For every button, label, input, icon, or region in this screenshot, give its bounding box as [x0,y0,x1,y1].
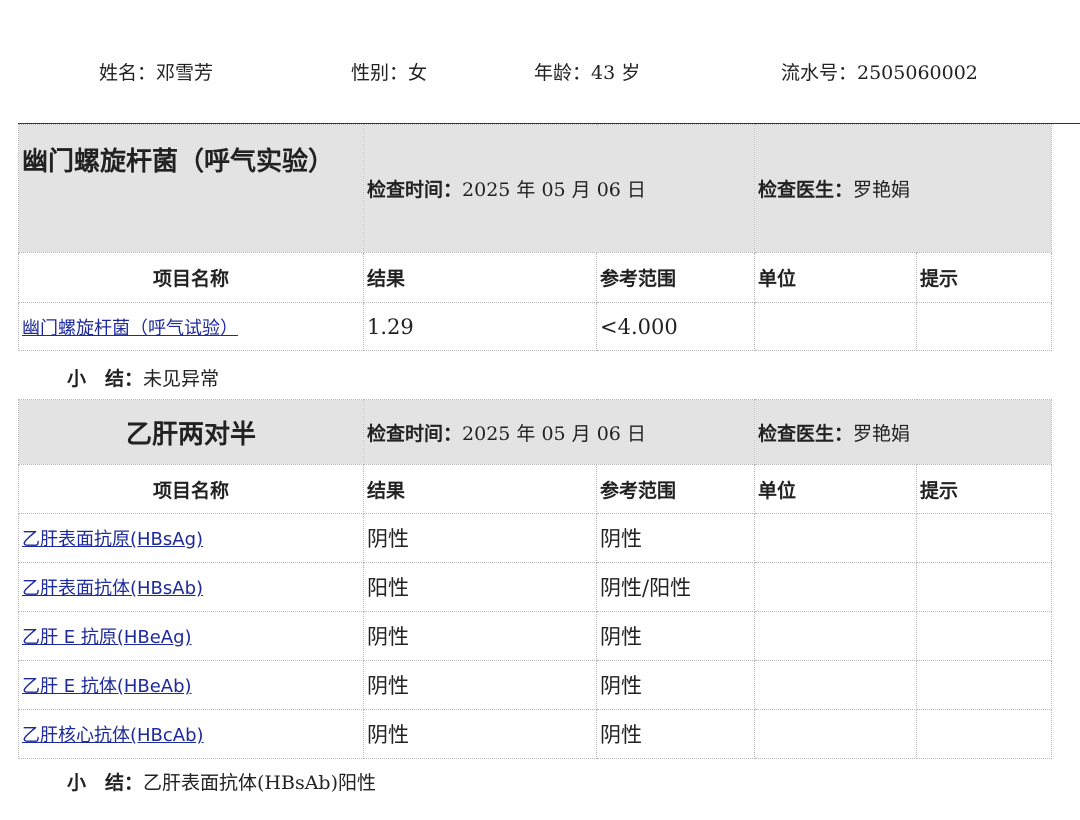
item-link[interactable]: 乙肝 E 抗体(HBeAb) [22,676,192,697]
table-row: 乙肝 E 抗体(HBeAb) 阴性 阴性 [18,660,1053,710]
col-header-item: 项目名称 [18,464,364,514]
hint-cell [916,660,1053,710]
patient-age: 年龄：43 岁 [534,62,641,84]
item-cell: 乙肝 E 抗体(HBeAb) [18,660,364,710]
table-row: 乙肝核心抗体(HBcAb) 阴性 阴性 [18,709,1053,759]
item-cell: 乙肝核心抗体(HBcAb) [18,709,364,759]
section-summary: 小 结：未见异常 [67,364,219,391]
unit-cell [754,562,918,612]
section-title: 乙肝两对半 [18,399,364,465]
table-row: 幽门螺旋杆菌（呼气试验） 1.29 <4.000 [18,302,1053,351]
unit-cell [754,302,918,351]
result-cell: 阴性 [363,611,597,661]
col-header-range: 参考范围 [595,252,756,303]
exam-doctor-value: 罗艳娟 [853,179,911,201]
range-cell: 阴性/阳性 [595,562,756,612]
result-cell: 阳性 [363,562,597,612]
item-link[interactable]: 乙肝核心抗体(HBcAb) [22,725,204,746]
unit-cell [754,709,918,759]
hint-cell [916,302,1053,351]
col-header-hint: 提示 [916,252,1053,303]
item-link[interactable]: 乙肝表面抗原(HBsAg) [22,529,203,550]
range-cell: 阴性 [595,709,756,759]
exam-doctor-label: 检查医生： [758,179,854,201]
col-header-unit: 单位 [754,464,918,514]
exam-time: 检查时间：2025 年 05 月 06 日 [362,124,756,253]
result-cell: 阴性 [363,709,597,759]
section-summary: 小 结：乙肝表面抗体(HBsAb)阳性 [67,768,376,795]
exam-time-label: 检查时间： [367,179,463,201]
range-cell: 阴性 [595,660,756,710]
item-link[interactable]: 乙肝表面抗体(HBsAb) [22,578,203,599]
col-header-result: 结果 [363,252,597,303]
patient-serial: 流水号：2505060002 [781,62,978,84]
range-cell: <4.000 [595,302,756,351]
exam-time-label: 检查时间： [367,422,463,445]
col-header-hint: 提示 [916,464,1053,514]
section-hepatitis-b: 乙肝两对半 检查时间：2025 年 05 月 06 日 检查医生：罗艳娟 项目名… [18,399,1053,759]
col-header-item: 项目名称 [18,252,364,303]
exam-time-value: 2025 年 05 月 06 日 [462,179,646,201]
item-cell: 乙肝表面抗体(HBsAb) [18,562,364,612]
summary-label: 小 结： [67,772,144,794]
summary-value: 乙肝表面抗体(HBsAb)阳性 [143,772,377,794]
hint-cell [916,562,1053,612]
table-row: 乙肝 E 抗原(HBeAg) 阴性 阴性 [18,611,1053,661]
unit-cell [754,611,918,661]
summary-value: 未见异常 [143,368,220,390]
col-header-unit: 单位 [754,252,918,303]
unit-cell [754,513,918,563]
item-cell: 幽门螺旋杆菌（呼气试验） [18,302,364,351]
table-row: 乙肝表面抗体(HBsAb) 阳性 阴性/阳性 [18,562,1053,612]
item-cell: 乙肝表面抗原(HBsAg) [18,513,364,563]
unit-cell [754,660,918,710]
hint-cell [916,513,1053,563]
patient-name: 姓名：邓雪芳 [99,62,214,84]
hint-cell [916,611,1053,661]
patient-gender: 性别：女 [351,62,428,84]
item-link[interactable]: 幽门螺旋杆菌（呼气试验） [22,318,238,339]
exam-time-value: 2025 年 05 月 06 日 [462,422,646,445]
section-h-pylori: 幽门螺旋杆菌（呼气实验） 检查时间：2025 年 05 月 06 日 检查医生：… [18,124,1053,351]
exam-doctor-value: 罗艳娟 [853,422,911,445]
col-header-result: 结果 [363,464,597,514]
range-cell: 阴性 [595,513,756,563]
range-cell: 阴性 [595,611,756,661]
exam-doctor: 检查医生：罗艳娟 [754,124,1053,253]
summary-label: 小 结： [67,368,144,390]
table-row: 乙肝表面抗原(HBsAg) 阴性 阴性 [18,513,1053,563]
col-header-range: 参考范围 [595,464,756,514]
exam-doctor-label: 检查医生： [758,422,854,445]
result-cell: 1.29 [363,302,597,351]
item-link[interactable]: 乙肝 E 抗原(HBeAg) [22,627,192,648]
result-cell: 阴性 [363,513,597,563]
section-title: 幽门螺旋杆菌（呼气实验） [18,124,364,253]
hint-cell [916,709,1053,759]
result-cell: 阴性 [363,660,597,710]
item-cell: 乙肝 E 抗原(HBeAg) [18,611,364,661]
exam-time: 检查时间：2025 年 05 月 06 日 [362,399,756,465]
patient-info: 姓名：邓雪芳 性别：女 年龄：43 岁 流水号：2505060002 [0,58,1080,84]
exam-doctor: 检查医生：罗艳娟 [754,399,1053,465]
